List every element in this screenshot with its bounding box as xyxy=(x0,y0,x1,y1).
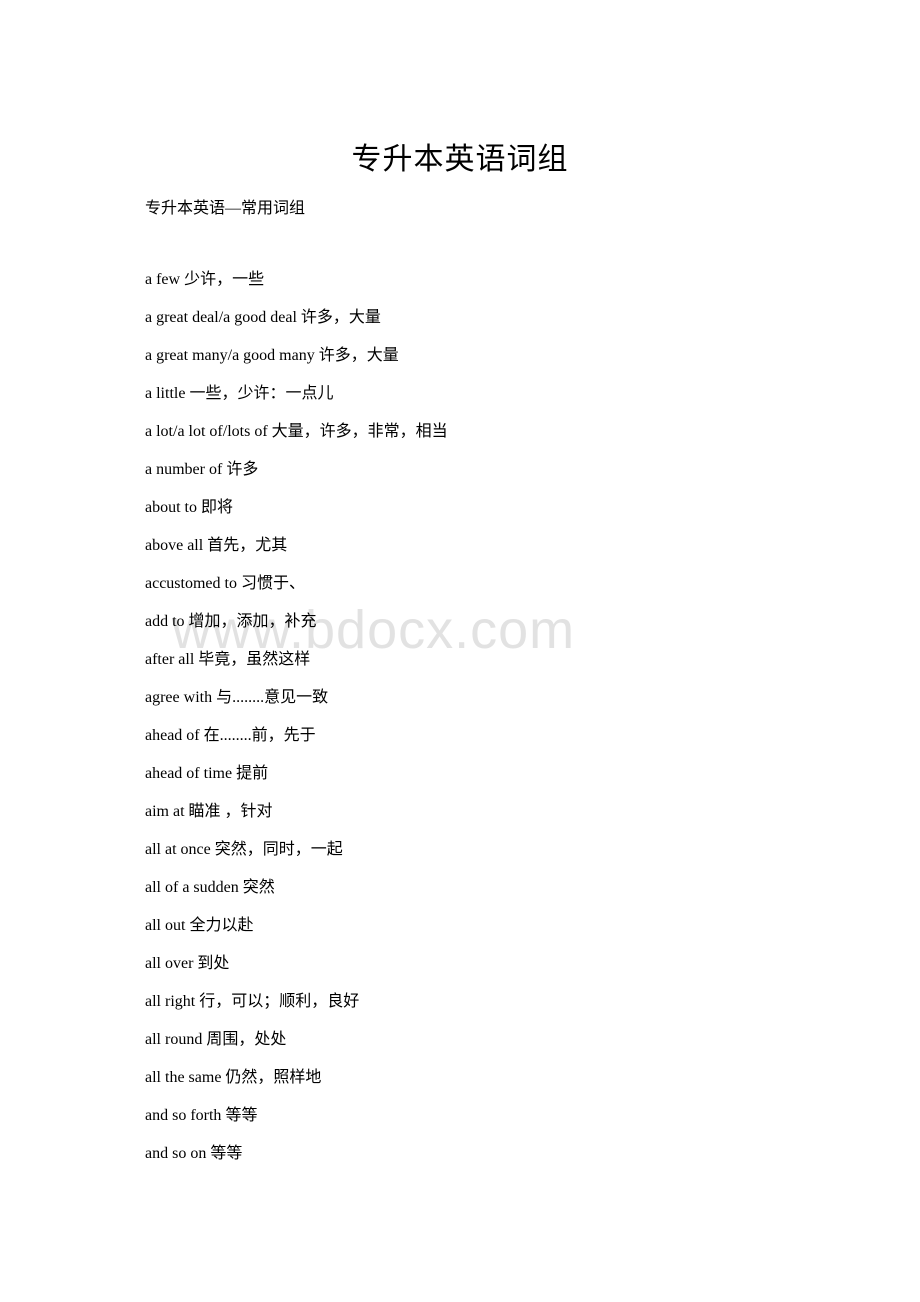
phrase-chinese: 大量，许多，非常，相当 xyxy=(271,423,448,440)
list-item: a number of 许多 xyxy=(145,462,845,480)
phrase-english: about to xyxy=(145,499,197,516)
phrase-chinese: 与........意见一致 xyxy=(216,689,329,706)
phrase-chinese: 突然，同时，一起 xyxy=(214,841,343,858)
phrase-english: a great deal/a good deal xyxy=(145,309,297,326)
list-item: ahead of 在........前，先于 xyxy=(145,728,845,746)
list-item: all over 到处 xyxy=(145,956,845,974)
phrase-chinese: 提前 xyxy=(236,765,269,782)
phrase-chinese: 仍然，照样地 xyxy=(225,1069,322,1086)
phrase-chinese: 许多，大量 xyxy=(318,347,399,364)
list-item: after all 毕竟，虽然这样 xyxy=(145,652,845,670)
list-item: above all 首先，尤其 xyxy=(145,538,845,556)
phrase-chinese: 全力以赴 xyxy=(189,917,254,934)
phrase-english: after all xyxy=(145,651,195,668)
list-item: all right 行，可以；顺利，良好 xyxy=(145,994,845,1012)
list-item: all the same 仍然，照样地 xyxy=(145,1070,845,1088)
list-item: all of a sudden 突然 xyxy=(145,880,845,898)
phrase-chinese: 许多，大量 xyxy=(300,309,381,326)
phrase-english: a great many/a good many xyxy=(145,347,315,364)
phrase-list: a few 少许，一些 a great deal/a good deal 许多，大… xyxy=(145,272,845,1184)
phrase-chinese: 在........前，先于 xyxy=(203,727,316,744)
phrase-chinese: 许多 xyxy=(226,461,259,478)
list-item: aim at 瞄准 ，针对 xyxy=(145,804,845,822)
list-item: all at once 突然，同时，一起 xyxy=(145,842,845,860)
phrase-chinese: 周围，处处 xyxy=(206,1031,287,1048)
phrase-english: all right xyxy=(145,993,196,1010)
phrase-chinese: 首先，尤其 xyxy=(207,537,288,554)
phrase-english: a number of xyxy=(145,461,223,478)
phrase-chinese: 习惯于、 xyxy=(240,575,305,592)
phrase-english: accustomed to xyxy=(145,575,237,592)
list-item: about to 即将 xyxy=(145,500,845,518)
phrase-english: and so forth xyxy=(145,1107,222,1124)
phrase-english: all round xyxy=(145,1031,203,1048)
phrase-chinese: 即将 xyxy=(201,499,234,516)
phrase-chinese: 突然 xyxy=(242,879,275,896)
phrase-english: agree with xyxy=(145,689,213,706)
phrase-english: ahead of time xyxy=(145,765,233,782)
list-item: a lot/a lot of/lots of 大量，许多，非常，相当 xyxy=(145,424,845,442)
phrase-english: above all xyxy=(145,537,204,554)
phrase-english: ahead of xyxy=(145,727,200,744)
phrase-english: all the same xyxy=(145,1069,222,1086)
list-item: agree with 与........意见一致 xyxy=(145,690,845,708)
phrase-english: all of a sudden xyxy=(145,879,239,896)
document-subtitle: 专升本英语—常用词组 xyxy=(145,200,306,217)
list-item: all round 周围，处处 xyxy=(145,1032,845,1050)
phrase-english: all at once xyxy=(145,841,211,858)
phrase-english: and so on xyxy=(145,1145,207,1162)
list-item: and so on 等等 xyxy=(145,1146,845,1164)
phrase-english: all out xyxy=(145,917,186,934)
list-item: ahead of time 提前 xyxy=(145,766,845,784)
phrase-english: a little xyxy=(145,385,186,402)
phrase-chinese: 少许，一些 xyxy=(184,271,265,288)
phrase-chinese: 等等 xyxy=(210,1145,243,1162)
list-item: and so forth 等等 xyxy=(145,1108,845,1126)
phrase-chinese: 瞄准 ，针对 xyxy=(188,803,273,820)
list-item: accustomed to 习惯于、 xyxy=(145,576,845,594)
page-title: 专升本英语词组 xyxy=(351,143,569,176)
list-item: a great many/a good many 许多，大量 xyxy=(145,348,845,366)
phrase-english: a lot/a lot of/lots of xyxy=(145,423,268,440)
phrase-chinese: 一些，少许：一点儿 xyxy=(189,385,334,402)
list-item: a few 少许，一些 xyxy=(145,272,845,290)
list-item: all out 全力以赴 xyxy=(145,918,845,936)
document-page: www.bdocx.com 专升本英语词组 专升本英语—常用词组 a few 少… xyxy=(0,0,920,1302)
phrase-chinese: 增加，添加，补充 xyxy=(188,613,317,630)
phrase-chinese: 毕竟，虽然这样 xyxy=(198,651,311,668)
phrase-english: aim at xyxy=(145,803,185,820)
phrase-chinese: 等等 xyxy=(225,1107,258,1124)
phrase-english: add to xyxy=(145,613,185,630)
phrase-english: a few xyxy=(145,271,181,288)
list-item: add to 增加，添加，补充 xyxy=(145,614,845,632)
list-item: a little 一些，少许：一点儿 xyxy=(145,386,845,404)
phrase-chinese: 到处 xyxy=(197,955,230,972)
list-item: a great deal/a good deal 许多，大量 xyxy=(145,310,845,328)
phrase-chinese: 行，可以；顺利，良好 xyxy=(199,993,360,1010)
phrase-english: all over xyxy=(145,955,194,972)
